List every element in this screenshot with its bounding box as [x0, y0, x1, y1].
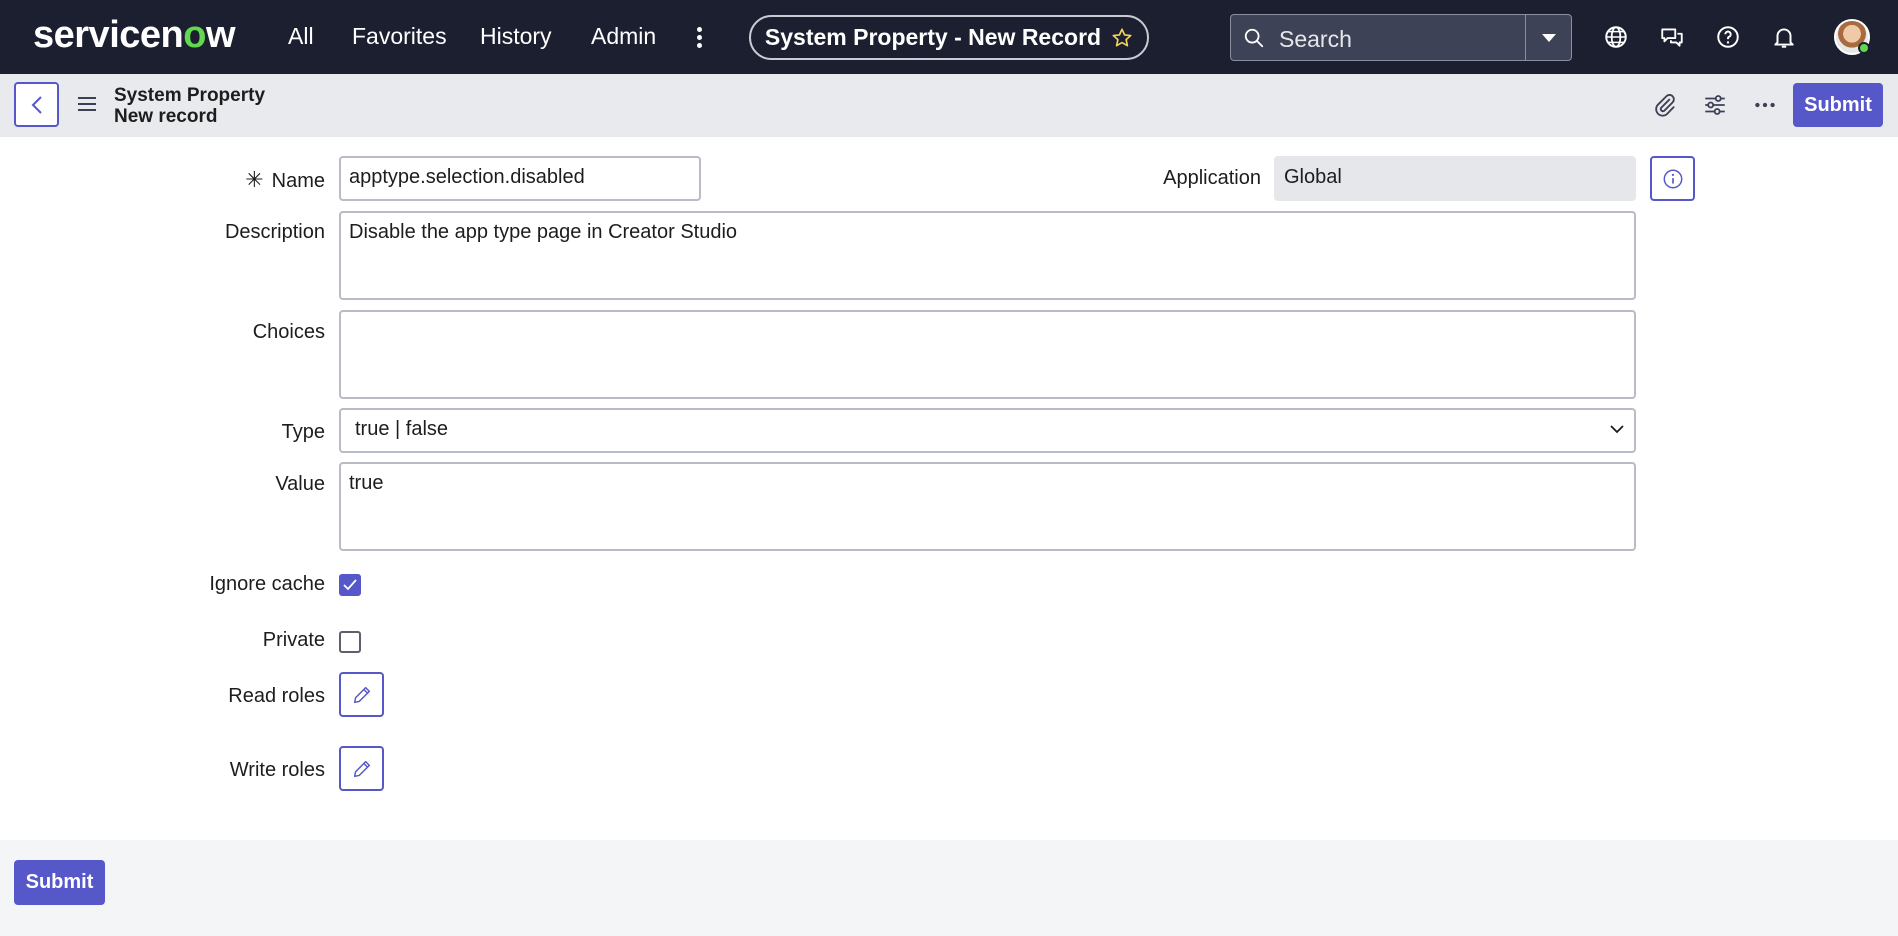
value-field[interactable]: true [339, 462, 1636, 551]
chevron-down-icon [1610, 425, 1624, 434]
value-label: Value [275, 473, 325, 495]
global-search[interactable]: Search [1230, 14, 1572, 61]
chevron-left-icon [31, 95, 42, 114]
description-field[interactable]: Disable the app type page in Creator Stu… [339, 211, 1636, 300]
form-context-menu-icon[interactable] [78, 97, 96, 111]
form-header [0, 74, 1898, 137]
pencil-icon [353, 760, 370, 777]
application-label: Application [1163, 167, 1261, 189]
caret-down-icon [1541, 33, 1556, 42]
form-title-record: New record [114, 106, 218, 127]
star-icon[interactable] [1111, 27, 1133, 49]
notifications-bell-icon[interactable] [1771, 24, 1797, 50]
submit-button-footer[interactable]: Submit [14, 860, 105, 905]
more-actions-icon[interactable] [1752, 92, 1778, 118]
private-checkbox[interactable] [339, 631, 361, 653]
private-label: Private [262, 629, 325, 651]
back-button[interactable] [14, 82, 59, 127]
form-title: System Property New record [114, 85, 265, 127]
help-icon[interactable] [1715, 24, 1741, 50]
read-roles-edit-button[interactable] [339, 672, 384, 717]
info-icon [1663, 169, 1682, 188]
name-label: ✳ Name [245, 167, 325, 192]
form-title-table: System Property [114, 85, 266, 106]
globe-icon[interactable] [1603, 24, 1629, 50]
application-info-button[interactable] [1650, 156, 1695, 201]
checkmark-icon [343, 579, 357, 591]
search-scope-dropdown[interactable] [1525, 15, 1571, 60]
nav-favorites[interactable]: Favorites [352, 23, 447, 50]
submit-button-header[interactable]: Submit [1793, 83, 1883, 127]
search-icon [1244, 28, 1264, 48]
nav-all[interactable]: All [288, 23, 314, 50]
write-roles-edit-button[interactable] [339, 746, 384, 791]
search-input[interactable]: Search [1279, 26, 1352, 53]
choices-field[interactable] [339, 310, 1636, 399]
ignore-cache-label: Ignore cache [209, 573, 325, 595]
type-select[interactable]: true | false [339, 408, 1636, 453]
name-field[interactable]: apptype.selection.disabled [339, 156, 701, 201]
record-title: System Property - New Record [764, 24, 1102, 50]
description-label: Description [224, 221, 325, 243]
servicenow-logo[interactable]: servicenow [33, 14, 236, 57]
more-menu-icon[interactable] [692, 25, 706, 49]
record-context-pill[interactable]: System Property - New Record [749, 15, 1149, 60]
application-field: Global [1274, 156, 1636, 201]
type-select-value: true | false [355, 418, 449, 440]
paperclip-attachment-icon[interactable] [1652, 92, 1678, 118]
top-navigation: servicenow All Favorites History Admin S… [0, 0, 1898, 74]
write-roles-label: Write roles [229, 759, 325, 781]
chat-icon[interactable] [1659, 24, 1685, 50]
pencil-icon [353, 686, 370, 703]
settings-sliders-icon[interactable] [1702, 92, 1728, 118]
read-roles-label: Read roles [228, 685, 325, 707]
choices-label: Choices [252, 321, 325, 343]
nav-admin[interactable]: Admin [591, 23, 656, 50]
ignore-cache-checkbox[interactable] [339, 574, 361, 596]
required-asterisk-icon: ✳ [245, 167, 264, 192]
online-status-icon [1858, 42, 1870, 54]
nav-history[interactable]: History [480, 23, 552, 50]
type-label: Type [281, 421, 325, 443]
